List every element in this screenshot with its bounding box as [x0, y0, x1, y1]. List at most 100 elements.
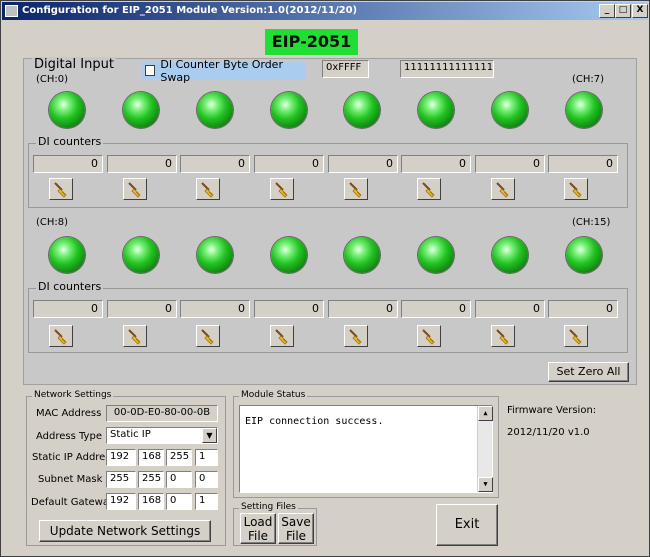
- digital-input-title: Digital Input: [32, 57, 116, 72]
- module-status-text: EIP connection success. ▲ ▼: [239, 405, 493, 493]
- firmware-version-label: Firmware Version:: [507, 405, 597, 416]
- led-ch3-icon: [271, 92, 307, 128]
- di-counter-ch3: 0: [254, 155, 324, 173]
- clear-counter-ch1-button[interactable]: [123, 178, 147, 200]
- broom-icon: [128, 182, 141, 198]
- minimize-button[interactable]: _: [599, 4, 615, 18]
- di-counters-title-2: DI counters: [36, 280, 104, 293]
- ch8-label: (CH:8): [36, 217, 69, 228]
- di-counter-ch4: 0: [328, 155, 398, 173]
- clear-counter-ch6-button[interactable]: [491, 178, 515, 200]
- update-network-settings-button[interactable]: Update Network Settings: [39, 520, 211, 542]
- di-counter-ch8: 0: [33, 300, 103, 318]
- subnet-mask-octet-2[interactable]: 255: [138, 471, 164, 488]
- clear-counter-ch9-button[interactable]: [123, 325, 147, 347]
- network-settings-title: Network Settings: [32, 390, 114, 400]
- led-ch9-icon: [123, 237, 159, 273]
- firmware-version-value: 2012/11/20 v1.0: [507, 427, 590, 438]
- clear-counter-ch4-button[interactable]: [344, 178, 368, 200]
- broom-icon: [496, 329, 509, 345]
- clear-counter-ch13-button[interactable]: [417, 325, 441, 347]
- setting-files-title: Setting Files: [239, 502, 298, 512]
- checkbox-box[interactable]: [145, 65, 156, 76]
- broom-icon: [54, 329, 67, 345]
- led-ch13-icon: [418, 237, 454, 273]
- clear-counter-ch2-button[interactable]: [196, 178, 220, 200]
- default-gateway-octet-1[interactable]: 192: [106, 493, 136, 510]
- status-scrollbar[interactable]: ▲ ▼: [477, 406, 493, 492]
- broom-icon: [349, 182, 362, 198]
- di-counters-title-1: DI counters: [36, 135, 104, 148]
- load-file-label-1: Load: [243, 515, 273, 529]
- model-banner: EIP-2051: [265, 29, 358, 55]
- scroll-up-icon[interactable]: ▲: [478, 406, 493, 421]
- subnet-mask-octet-1[interactable]: 255: [106, 471, 136, 488]
- subnet-mask-octet-4[interactable]: 0: [195, 471, 218, 488]
- clear-counter-ch0-button[interactable]: [49, 178, 73, 200]
- subnet-mask-octet-3[interactable]: 0: [166, 471, 192, 488]
- hex-value-field: 0xFFFF: [322, 60, 369, 78]
- static-ip-octet-4[interactable]: 1: [195, 449, 218, 466]
- broom-icon: [54, 182, 67, 198]
- save-file-button[interactable]: Save File: [278, 513, 314, 544]
- chevron-down-icon[interactable]: ▼: [202, 428, 217, 443]
- address-type-select[interactable]: Static IP ▼: [106, 427, 218, 444]
- load-file-button[interactable]: Load File: [240, 513, 276, 544]
- di-counter-ch6: 0: [475, 155, 545, 173]
- broom-icon: [569, 329, 582, 345]
- di-counter-ch14: 0: [475, 300, 545, 318]
- broom-icon: [275, 182, 288, 198]
- byte-order-swap-label: DI Counter Byte Order Swap: [160, 57, 283, 84]
- clear-counter-ch12-button[interactable]: [344, 325, 368, 347]
- di-counter-ch12: 0: [328, 300, 398, 318]
- default-gateway-octet-2[interactable]: 168: [138, 493, 164, 510]
- clear-counter-ch10-button[interactable]: [196, 325, 220, 347]
- maximize-button[interactable]: □: [615, 4, 631, 18]
- broom-icon: [569, 182, 582, 198]
- app-icon: [5, 5, 18, 17]
- address-type-value: Static IP: [110, 429, 151, 440]
- clear-counter-ch15-button[interactable]: [564, 325, 588, 347]
- static-ip-octet-3[interactable]: 255: [166, 449, 192, 466]
- load-file-label-2: File: [247, 529, 269, 543]
- led-ch8-icon: [49, 237, 85, 273]
- led-ch4-icon: [344, 92, 380, 128]
- close-button[interactable]: X: [632, 4, 648, 18]
- default-gateway-octet-4[interactable]: 1: [195, 493, 218, 510]
- static-ip-octet-2[interactable]: 168: [138, 449, 164, 466]
- clear-counter-ch14-button[interactable]: [491, 325, 515, 347]
- broom-icon: [349, 329, 362, 345]
- subnet-mask-label: Subnet Mask: [38, 474, 103, 485]
- ch7-label: (CH:7): [572, 74, 605, 85]
- di-counter-ch0: 0: [33, 155, 103, 173]
- broom-icon: [128, 329, 141, 345]
- ch15-label: (CH:15): [572, 217, 611, 228]
- scroll-down-icon[interactable]: ▼: [478, 477, 493, 492]
- default-gateway-octet-3[interactable]: 0: [166, 493, 192, 510]
- di-counter-ch13: 0: [401, 300, 471, 318]
- set-zero-all-button[interactable]: Set Zero All: [548, 362, 629, 382]
- broom-icon: [201, 182, 214, 198]
- led-ch15-icon: [566, 237, 602, 273]
- broom-icon: [422, 329, 435, 345]
- clear-counter-ch11-button[interactable]: [270, 325, 294, 347]
- di-counter-ch2: 0: [180, 155, 250, 173]
- di-counter-ch7: 0: [548, 155, 618, 173]
- main-window: Configuration for EIP_2051 Module Versio…: [0, 0, 650, 557]
- clear-counter-ch3-button[interactable]: [270, 178, 294, 200]
- di-counter-ch5: 0: [401, 155, 471, 173]
- static-ip-octet-1[interactable]: 192: [106, 449, 136, 466]
- window-title: Configuration for EIP_2051 Module Versio…: [22, 5, 358, 16]
- clear-counter-ch5-button[interactable]: [417, 178, 441, 200]
- ch0-label: (CH:0): [36, 74, 69, 85]
- static-ip-label: Static IP Address: [32, 452, 116, 463]
- exit-button[interactable]: Exit: [436, 504, 498, 546]
- clear-counter-ch8-button[interactable]: [49, 325, 73, 347]
- di-counter-ch10: 0: [180, 300, 250, 318]
- save-file-label-2: File: [285, 529, 307, 543]
- clear-counter-ch7-button[interactable]: [564, 178, 588, 200]
- led-ch12-icon: [344, 237, 380, 273]
- di-counter-ch15: 0: [548, 300, 618, 318]
- led-ch6-icon: [492, 92, 528, 128]
- byte-order-swap-checkbox[interactable]: DI Counter Byte Order Swap: [142, 58, 306, 84]
